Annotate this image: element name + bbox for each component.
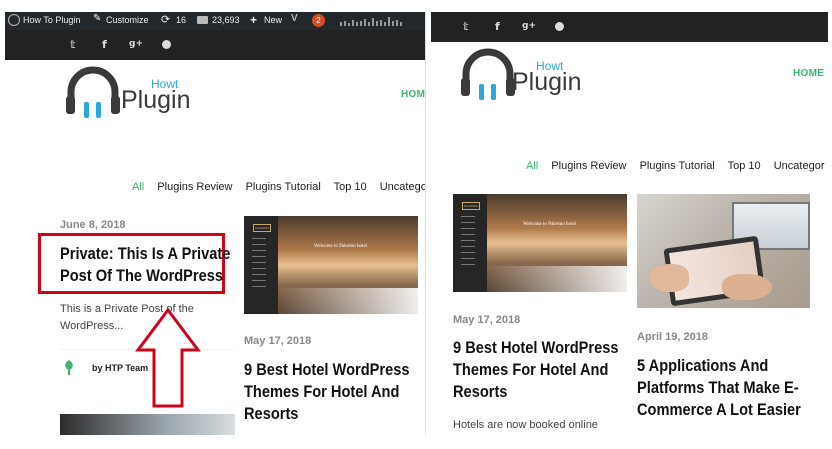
post-title[interactable]: 9 Best Hotel WordPress Themes For Hotel … — [244, 359, 416, 425]
post-date: May 17, 2018 — [244, 335, 312, 347]
post-title-line: Themes For Hotel And — [453, 360, 609, 379]
logo-text-plugin: Plugin — [512, 68, 582, 96]
filter-uncategorized[interactable]: Uncategor — [774, 160, 825, 172]
tablet-photo-thumbnail[interactable] — [637, 194, 810, 308]
post-title-line: Resorts — [244, 404, 299, 423]
plus-icon[interactable]: + — [250, 13, 257, 27]
red-arrow-annotation — [135, 307, 201, 408]
customize-icon[interactable]: ✎ — [93, 13, 101, 24]
googleplus-icon[interactable]: g+ — [522, 21, 536, 31]
notification-badge[interactable]: 2 — [312, 14, 325, 27]
hotel-theme-thumbnail[interactable]: PALERMO Welcome to Palermo hotel — [244, 216, 418, 314]
facebook-icon[interactable]: f — [495, 20, 500, 33]
category-filter: All Plugins Review Plugins Tutorial Top … — [526, 160, 828, 172]
comments-count[interactable]: 23,693 — [212, 15, 240, 25]
theme-white-overlay — [487, 266, 627, 292]
theme-white-overlay — [278, 288, 418, 314]
headphone-logo-icon — [461, 48, 515, 100]
googleplus-icon[interactable]: g+ — [129, 39, 143, 49]
new-link[interactable]: New — [264, 15, 282, 25]
post-excerpt: Hotels are now booked online — [453, 419, 598, 431]
site-name-link[interactable]: How To Plugin — [23, 15, 80, 25]
post-title-line: Themes For Hotel And — [244, 382, 400, 401]
right-screenshot-panel: 𝕥 f g+ Howt Plugin HOME All Plugins Revi… — [431, 12, 828, 435]
theme-sidebar-menu — [252, 238, 266, 288]
circle-icon[interactable] — [162, 40, 171, 49]
post-title-line: Platforms That Make E- — [637, 378, 799, 397]
wp-admin-bar: How To Plugin ✎ Customize ⟳ 16 23,693 + … — [5, 12, 425, 30]
updates-count[interactable]: 16 — [176, 15, 186, 25]
nav-home-link[interactable]: HOME — [401, 89, 425, 100]
filter-top-10[interactable]: Top 10 — [334, 181, 367, 193]
comments-icon[interactable] — [197, 16, 208, 24]
post-date: June 8, 2018 — [60, 219, 126, 231]
post-title-line: Commerce A Lot Easier — [637, 400, 801, 419]
post-title-line: Resorts — [453, 382, 508, 401]
twitter-icon[interactable]: 𝕥 — [70, 38, 76, 51]
filter-plugins-review[interactable]: Plugins Review — [551, 160, 626, 172]
post-date: May 17, 2018 — [453, 314, 521, 326]
filter-plugins-tutorial[interactable]: Plugins Tutorial — [640, 160, 715, 172]
site-logo[interactable]: Howt Plugin — [458, 46, 598, 104]
post-title-line: Post Of The WordPress — [60, 266, 224, 285]
theme-sidebar-logo: PALERMO — [462, 202, 481, 210]
hand-shape — [649, 264, 689, 292]
customize-link[interactable]: Customize — [106, 15, 149, 25]
leaf-icon — [65, 360, 73, 375]
post-title-line: Private: This Is A Private — [60, 244, 231, 263]
hotel-theme-thumbnail[interactable]: PALERMO Welcome to Palermo hotel — [453, 194, 627, 292]
updates-icon[interactable]: ⟳ — [161, 13, 170, 26]
post-thumbnail[interactable] — [60, 414, 235, 435]
post-title-line: 9 Best Hotel WordPress — [453, 338, 619, 357]
theme-hero-title: Welcome to Palermo hotel — [523, 222, 577, 227]
left-screenshot-panel: How To Plugin ✎ Customize ⟳ 16 23,693 + … — [5, 12, 426, 435]
circle-icon[interactable] — [555, 22, 564, 31]
logo-text-plugin: Plugin — [121, 86, 191, 114]
post-title[interactable]: 9 Best Hotel WordPress Themes For Hotel … — [453, 337, 625, 403]
theme-hero-title: Welcome to Palermo hotel — [314, 244, 368, 249]
post-date: April 19, 2018 — [637, 331, 708, 343]
theme-sidebar-menu — [461, 216, 475, 266]
post-title[interactable]: 5 Applications And Platforms That Make E… — [637, 355, 809, 421]
post-title[interactable]: Private: This Is A Private Post Of The W… — [60, 243, 232, 287]
hand-shape — [722, 274, 772, 300]
filter-uncategorized[interactable]: Uncategor — [380, 181, 425, 193]
filter-plugins-review[interactable]: Plugins Review — [157, 181, 232, 193]
wordfence-icon[interactable]: V — [291, 13, 298, 24]
category-filter: All Plugins Review Plugins Tutorial Top … — [132, 181, 425, 193]
filter-plugins-tutorial[interactable]: Plugins Tutorial — [246, 181, 321, 193]
post-title-line: 5 Applications And — [637, 356, 769, 375]
filter-top-10[interactable]: Top 10 — [728, 160, 761, 172]
site-logo[interactable]: Howt Plugin — [63, 64, 203, 122]
nav-home-link[interactable]: HOME — [793, 68, 824, 79]
facebook-icon[interactable]: f — [102, 38, 107, 51]
stats-sparkline[interactable] — [340, 16, 405, 26]
twitter-icon[interactable]: 𝕥 — [463, 20, 469, 33]
headphone-logo-icon — [66, 66, 120, 118]
social-bar: 𝕥 f g+ — [5, 30, 425, 60]
filter-all[interactable]: All — [132, 181, 144, 193]
theme-sidebar-logo: PALERMO — [253, 224, 272, 232]
post-title-line: 9 Best Hotel WordPress — [244, 360, 410, 379]
filter-all[interactable]: All — [526, 160, 538, 172]
wordpress-icon[interactable] — [8, 14, 20, 26]
social-bar: 𝕥 f g+ — [431, 12, 828, 42]
